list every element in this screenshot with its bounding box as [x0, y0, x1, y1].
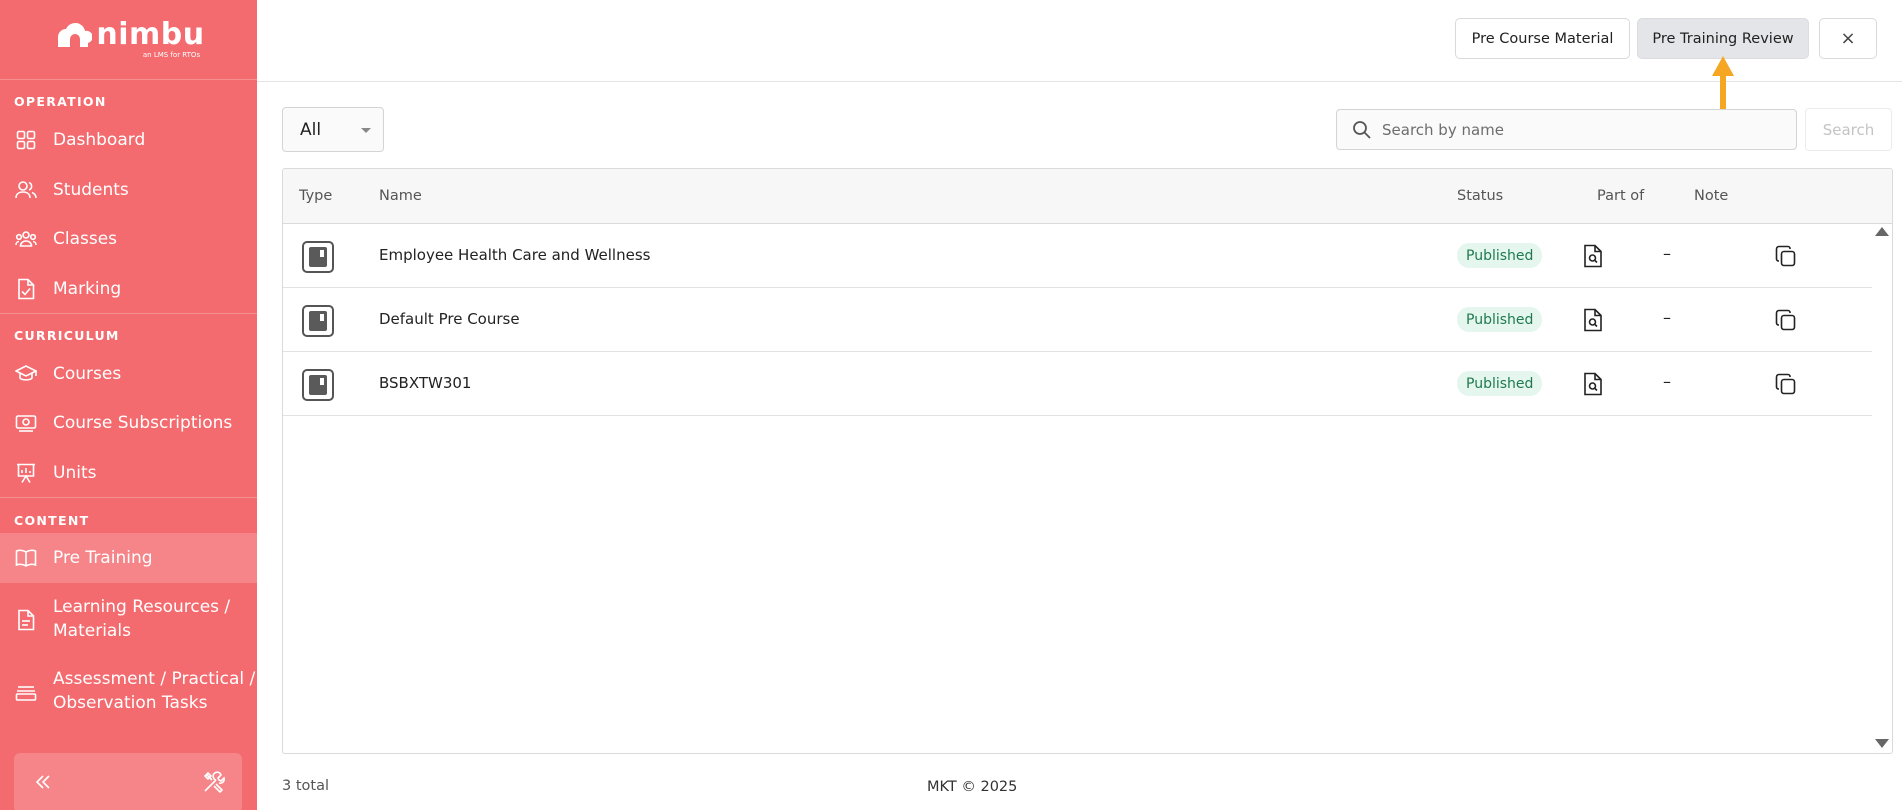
top-header: Pre Course Material Pre Training Review … — [257, 0, 1902, 82]
book-type-icon — [302, 369, 334, 401]
document-search-icon[interactable] — [1583, 308, 1603, 332]
table-row[interactable]: Employee Health Care and Wellness Publis… — [283, 224, 1872, 288]
row-note: – — [1663, 372, 1671, 391]
cloud-logo-icon — [58, 22, 93, 47]
sidebar-item-assessment-tasks[interactable]: Assessment / Practical / Observation Tas… — [0, 659, 257, 724]
row-note: – — [1663, 308, 1671, 327]
sidebar-item-label-line2: Materials — [53, 621, 131, 641]
chevron-down-icon — [361, 128, 371, 133]
column-note[interactable]: Note — [1694, 188, 1728, 204]
book-type-icon — [302, 241, 334, 273]
dashboard-icon — [15, 129, 37, 151]
row-name[interactable]: Default Pre Course — [379, 310, 520, 328]
sidebar-item-students[interactable]: Students — [0, 166, 257, 214]
group-icon — [15, 228, 37, 250]
scroll-down-icon[interactable] — [1875, 739, 1889, 748]
section-curriculum: CURRICULUM — [14, 328, 120, 343]
sidebar-item-marking[interactable]: Marking — [0, 265, 257, 313]
row-note: – — [1663, 244, 1671, 263]
section-content: CONTENT — [14, 513, 90, 528]
document-search-icon[interactable] — [1583, 372, 1603, 396]
sidebar-item-label: Course Subscriptions — [53, 413, 233, 433]
column-status[interactable]: Status — [1457, 188, 1503, 204]
sidebar-item-label: Marking — [53, 279, 122, 299]
sidebar-item-label: Units — [53, 463, 97, 483]
close-button[interactable]: × — [1819, 18, 1877, 59]
sidebar-item-label: Students — [53, 180, 129, 200]
tools-icon[interactable] — [202, 770, 226, 794]
search-input[interactable] — [1382, 110, 1782, 149]
section-operation: OPERATION — [14, 94, 107, 109]
column-name[interactable]: Name — [379, 188, 422, 204]
row-name[interactable]: Employee Health Care and Wellness — [379, 246, 650, 264]
sidebar-item-label-line2: Observation Tasks — [53, 693, 208, 713]
status-badge: Published — [1457, 307, 1543, 332]
table-row[interactable]: Default Pre Course Published – — [283, 288, 1872, 352]
sidebar-item-classes[interactable]: Classes — [0, 215, 257, 263]
pre-training-review-button[interactable]: Pre Training Review — [1637, 18, 1809, 59]
file-icon — [15, 609, 37, 631]
pre-course-material-button[interactable]: Pre Course Material — [1455, 18, 1630, 59]
table-header: Type Name Status Part of Note — [283, 169, 1892, 224]
status-badge: Published — [1457, 243, 1543, 268]
graduation-cap-icon — [15, 363, 37, 385]
copy-icon[interactable] — [1775, 245, 1797, 267]
sidebar-item-label: Courses — [53, 364, 122, 384]
app-root: nimbu an LMS for RTOs OPERATION Dashboar… — [0, 0, 1902, 810]
sidebar-item-courses[interactable]: Courses — [0, 350, 257, 398]
sidebar-item-pre-training[interactable]: Pre Training — [0, 533, 257, 583]
page-footer: MKT © 2025 — [927, 779, 1018, 795]
sidebar-item-learning-resources[interactable]: Learning Resources / Materials — [0, 587, 257, 652]
book-icon — [15, 547, 37, 569]
book-type-icon — [302, 305, 334, 337]
logo[interactable]: nimbu an LMS for RTOs — [0, 0, 257, 80]
copy-icon[interactable] — [1775, 309, 1797, 331]
collapse-sidebar-icon[interactable] — [32, 771, 54, 793]
sidebar: nimbu an LMS for RTOs OPERATION Dashboar… — [0, 0, 257, 810]
sidebar-item-label: Pre Training — [53, 548, 153, 568]
total-count: 3 total — [282, 778, 329, 794]
column-type[interactable]: Type — [299, 188, 332, 204]
status-badge: Published — [1457, 371, 1543, 396]
sidebar-item-dashboard[interactable]: Dashboard — [0, 116, 257, 164]
check-document-icon — [15, 278, 37, 300]
subscription-icon — [15, 412, 37, 434]
row-name[interactable]: BSBXTW301 — [379, 374, 471, 392]
pre-training-table: Type Name Status Part of Note Employee H… — [282, 168, 1893, 754]
table-row[interactable]: BSBXTW301 Published – — [283, 352, 1872, 416]
sidebar-footer — [14, 753, 242, 810]
users-icon — [15, 179, 37, 201]
logo-tagline: an LMS for RTOs — [142, 51, 201, 59]
type-filter-select[interactable]: All — [282, 107, 384, 152]
copy-icon[interactable] — [1775, 373, 1797, 395]
sidebar-item-label: Dashboard — [53, 130, 146, 150]
search-button[interactable]: Search — [1805, 108, 1892, 151]
sidebar-item-label: Classes — [53, 229, 118, 249]
chart-board-icon — [15, 462, 37, 484]
search-box — [1336, 109, 1797, 150]
sidebar-item-label-line1: Learning Resources / — [53, 597, 231, 617]
tray-icon — [15, 681, 37, 703]
sidebar-item-units[interactable]: Units — [0, 449, 257, 497]
search-icon — [1353, 121, 1371, 139]
sidebar-item-course-subscriptions[interactable]: Course Subscriptions — [0, 399, 257, 447]
sidebar-item-label-line1: Assessment / Practical / — [53, 669, 256, 689]
logo-text: nimbu — [96, 17, 205, 52]
type-filter-value: All — [300, 119, 322, 140]
scroll-up-icon[interactable] — [1875, 227, 1889, 236]
column-part-of[interactable]: Part of — [1597, 188, 1644, 204]
section-divider — [0, 313, 257, 314]
section-divider — [0, 497, 257, 498]
document-search-icon[interactable] — [1583, 244, 1603, 268]
